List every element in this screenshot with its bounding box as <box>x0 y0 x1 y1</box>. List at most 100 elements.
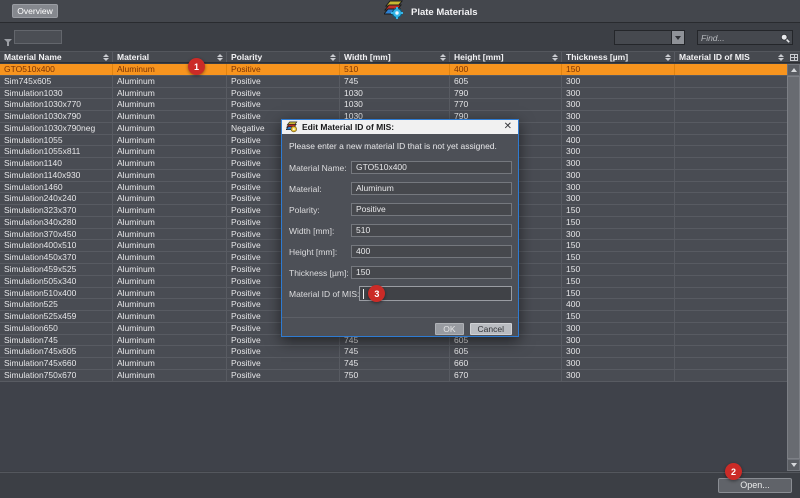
field-input[interactable]: Aluminum <box>351 182 512 195</box>
cell-thickness: 150 <box>562 264 675 275</box>
cell-height: 605 <box>450 76 562 87</box>
field-label: Material ID of MIS: <box>289 289 359 299</box>
column-header-height-mm-[interactable]: Height [mm] <box>450 52 562 62</box>
sort-arrows-icon[interactable] <box>778 54 784 61</box>
cell-width: 1030 <box>340 88 450 99</box>
cell-material: Aluminum <box>113 217 227 228</box>
open-button[interactable]: Open... <box>718 478 792 493</box>
cell-mis <box>675 358 787 369</box>
cell-material: Aluminum <box>113 205 227 216</box>
cell-mis <box>675 193 787 204</box>
page-title: Plate Materials <box>411 7 478 18</box>
column-header-material-name[interactable]: Material Name <box>0 52 113 62</box>
sort-arrows-icon[interactable] <box>330 54 336 61</box>
cell-name: Simulation1460 <box>0 182 113 193</box>
table-row[interactable]: Simulation1030AluminumPositive1030790300 <box>0 88 787 100</box>
cell-name: Simulation323x370 <box>0 205 113 216</box>
sort-arrows-icon[interactable] <box>440 54 446 61</box>
cell-material: Aluminum <box>113 88 227 99</box>
cancel-button[interactable]: Cancel <box>470 323 512 335</box>
sort-arrows-icon[interactable] <box>217 54 223 61</box>
cell-mis <box>675 99 787 110</box>
field-label: Width [mm]: <box>289 226 351 236</box>
column-header-material-id-of-mis[interactable]: Material ID of MIS <box>675 52 787 62</box>
cell-thickness: 300 <box>562 123 675 134</box>
quick-filter-input[interactable] <box>14 30 62 44</box>
scroll-down-button[interactable] <box>787 459 800 471</box>
table-row[interactable]: Simulation1030x770AluminumPositive103077… <box>0 99 787 111</box>
dialog-title-bar[interactable]: Edit Material ID of MIS: ✕ <box>282 120 518 134</box>
column-header-width-mm-[interactable]: Width [mm] <box>340 52 450 62</box>
field-input[interactable]: 510 <box>351 224 512 237</box>
chevron-down-icon[interactable] <box>671 31 684 44</box>
cell-name: Simulation459x525 <box>0 264 113 275</box>
sort-arrows-icon[interactable] <box>103 54 109 61</box>
cell-height: 770 <box>450 99 562 110</box>
cell-width: 750 <box>340 370 450 381</box>
sort-arrows-icon[interactable] <box>552 54 558 61</box>
cell-polarity: Positive <box>227 358 340 369</box>
cell-mis <box>675 264 787 275</box>
cell-mis <box>675 240 787 251</box>
cell-thickness: 300 <box>562 335 675 346</box>
column-header-thickness-m-[interactable]: Thickness [µm] <box>562 52 675 62</box>
column-header-polarity[interactable]: Polarity <box>227 52 340 62</box>
scrollbar-thumb[interactable] <box>787 76 800 459</box>
cell-material: Aluminum <box>113 64 227 75</box>
cell-mis <box>675 299 787 310</box>
edit-material-id-dialog: Edit Material ID of MIS: ✕ Please enter … <box>281 119 519 337</box>
close-icon[interactable]: ✕ <box>502 120 514 134</box>
cell-mis <box>675 311 787 322</box>
cell-name: Simulation505x340 <box>0 276 113 287</box>
field-value: 150 <box>356 267 370 278</box>
cell-material: Aluminum <box>113 229 227 240</box>
find-input[interactable] <box>698 33 780 43</box>
column-label: Height [mm] <box>454 52 504 62</box>
cell-mis <box>675 64 787 75</box>
field-value: GTO510x400 <box>356 162 407 173</box>
cell-width: 1030 <box>340 99 450 110</box>
find-box <box>697 30 793 45</box>
footer-bar <box>0 473 800 498</box>
field-value: Aluminum <box>356 183 394 194</box>
field-input[interactable]: 150 <box>351 266 512 279</box>
top-bar: Overview Plate Materials <box>0 0 800 23</box>
table-row[interactable]: Simulation745x660AluminumPositive7456603… <box>0 358 787 370</box>
table-row[interactable]: GTO510x400AluminumPositive510400150 <box>0 64 787 76</box>
cell-name: Simulation450x370 <box>0 252 113 263</box>
field-input[interactable]: Positive <box>351 203 512 216</box>
cell-thickness: 150 <box>562 252 675 263</box>
scroll-up-button[interactable] <box>787 64 800 76</box>
annotation-badge-3: 3 <box>368 285 385 302</box>
table-row[interactable]: Sim745x605AluminumPositive745605300 <box>0 76 787 88</box>
clear-filter-icon[interactable] <box>4 34 13 42</box>
field-input[interactable]: GTO510x400 <box>351 161 512 174</box>
search-icon[interactable] <box>780 33 792 43</box>
cell-material: Aluminum <box>113 346 227 357</box>
cell-name: Simulation745 <box>0 335 113 346</box>
cell-height: 670 <box>450 370 562 381</box>
dialog-message: Please enter a new material ID that is n… <box>289 141 512 151</box>
column-config-button[interactable] <box>787 52 800 62</box>
table-row[interactable]: Simulation750x670AluminumPositive7506703… <box>0 370 787 382</box>
dialog-field: Height [mm]:400 <box>289 245 512 258</box>
dialog-field: Thickness [µm]:150 <box>289 266 512 279</box>
ok-button[interactable]: OK <box>435 323 463 335</box>
field-input[interactable]: 400 <box>351 245 512 258</box>
field-input[interactable]: 3 <box>359 286 512 301</box>
filter-combobox[interactable] <box>614 30 685 45</box>
table-row[interactable]: Simulation745x605AluminumPositive7456053… <box>0 346 787 358</box>
cell-mis <box>675 288 787 299</box>
cell-thickness: 300 <box>562 346 675 357</box>
column-label: Material Name <box>4 52 62 62</box>
cell-material: Aluminum <box>113 323 227 334</box>
cell-name: Simulation750x670 <box>0 370 113 381</box>
field-label: Material: <box>289 184 351 194</box>
vertical-scrollbar[interactable] <box>787 64 800 471</box>
sort-arrows-icon[interactable] <box>665 54 671 61</box>
cell-name: Simulation650 <box>0 323 113 334</box>
cell-name: Simulation340x280 <box>0 217 113 228</box>
overview-button[interactable]: Overview <box>12 4 58 18</box>
cell-mis <box>675 146 787 157</box>
column-header-material[interactable]: Material <box>113 52 227 62</box>
